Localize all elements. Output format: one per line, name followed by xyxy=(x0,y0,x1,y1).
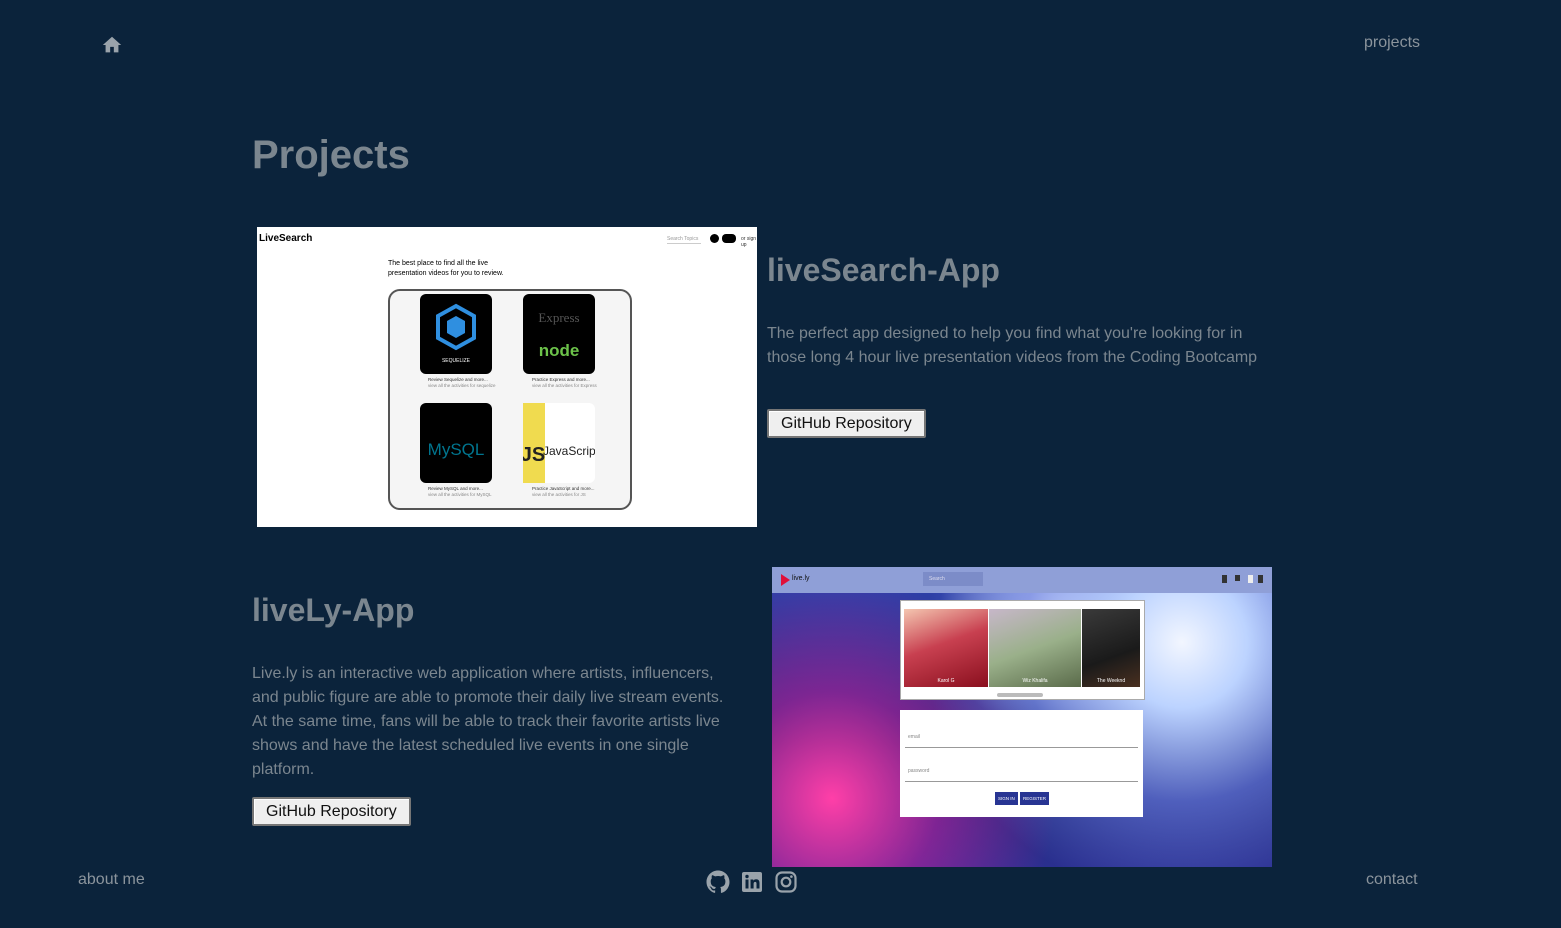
card-mysql: MySQL xyxy=(420,403,492,483)
livesearch-search-button xyxy=(710,234,719,243)
livesearch-card-panel: SEQUELIZE Review Sequelize and more... v… xyxy=(388,289,632,510)
card-express-label: node xyxy=(539,341,580,360)
lively-topbar: live.ly Search xyxy=(772,567,1272,593)
livesearch-screenshot: LiveSearch Search Topics or sign up The … xyxy=(257,227,757,527)
lively-email-field: email xyxy=(905,726,1138,748)
lively-login-form: email password SIGN IN REGISTER xyxy=(900,710,1143,817)
livesearch-logo: LiveSearch xyxy=(259,233,313,244)
lively-video-icon xyxy=(1235,575,1240,581)
card-mysql-caption: Review MySQL and more... view all the ac… xyxy=(428,486,492,497)
lively-artist-thumb: Wiz Khalifa xyxy=(989,609,1081,687)
nav-projects-link[interactable]: projects xyxy=(1364,34,1420,52)
livesearch-github-button[interactable]: GitHub Repository xyxy=(767,409,926,438)
lively-artist-thumb: The Weeknd xyxy=(1082,609,1140,687)
lively-artist-thumb: Karol G xyxy=(904,609,988,687)
card-express-caption: Practice Express and more... view all th… xyxy=(532,377,597,388)
lively-logo: live.ly xyxy=(792,575,810,582)
svg-text:Express: Express xyxy=(538,310,579,325)
lively-menu-icon xyxy=(1258,575,1263,583)
project-title-livesearch: liveSearch-App xyxy=(767,252,1000,288)
project-description-lively: Live.ly is an interactive web applicatio… xyxy=(252,665,724,778)
livesearch-signup-link: or sign up xyxy=(741,236,757,248)
card-javascript: JS JavaScript xyxy=(523,403,595,483)
lively-user-icon xyxy=(1248,575,1253,583)
card-javascript-label: JavaScript xyxy=(543,444,595,458)
card-express: Express node xyxy=(523,294,595,374)
lively-password-field: password xyxy=(905,760,1138,782)
lively-calendar-icon xyxy=(1222,575,1227,583)
lively-carousel-scrollbar xyxy=(997,693,1043,697)
footer-contact-link[interactable]: contact xyxy=(1366,871,1418,889)
card-javascript-caption: Practice JavaScript and more... view all… xyxy=(532,486,595,497)
card-sequelize-caption: Review Sequelize and more... view all th… xyxy=(428,377,496,388)
livesearch-tagline: The best place to find all the live pres… xyxy=(388,260,504,277)
instagram-icon[interactable] xyxy=(774,870,798,894)
home-icon[interactable] xyxy=(101,34,123,56)
card-mysql-label: MySQL xyxy=(428,440,485,459)
lively-screenshot: live.ly Search Karol G Wiz Khalifa The W… xyxy=(772,567,1272,867)
lively-sign-in-button: SIGN IN xyxy=(995,792,1018,805)
livesearch-login-button xyxy=(722,234,736,243)
github-icon[interactable] xyxy=(706,870,730,894)
card-sequelize-label: SEQUELIZE xyxy=(442,358,471,364)
card-sequelize: SEQUELIZE xyxy=(420,294,492,374)
lively-artist-carousel: Karol G Wiz Khalifa The Weeknd xyxy=(900,600,1145,700)
project-title-lively: liveLy-App xyxy=(252,592,415,628)
project-description-livesearch: The perfect app designed to help you fin… xyxy=(767,325,1258,366)
lively-register-button: REGISTER xyxy=(1020,792,1050,805)
page-title: Projects xyxy=(252,133,410,177)
lively-play-icon xyxy=(781,574,790,586)
livesearch-search: Search Topics xyxy=(667,236,701,244)
linkedin-icon[interactable] xyxy=(740,870,764,894)
footer-about-link[interactable]: about me xyxy=(78,871,145,889)
svg-text:JS: JS xyxy=(523,444,545,466)
lively-github-button[interactable]: GitHub Repository xyxy=(252,797,411,826)
lively-search: Search xyxy=(923,572,983,586)
